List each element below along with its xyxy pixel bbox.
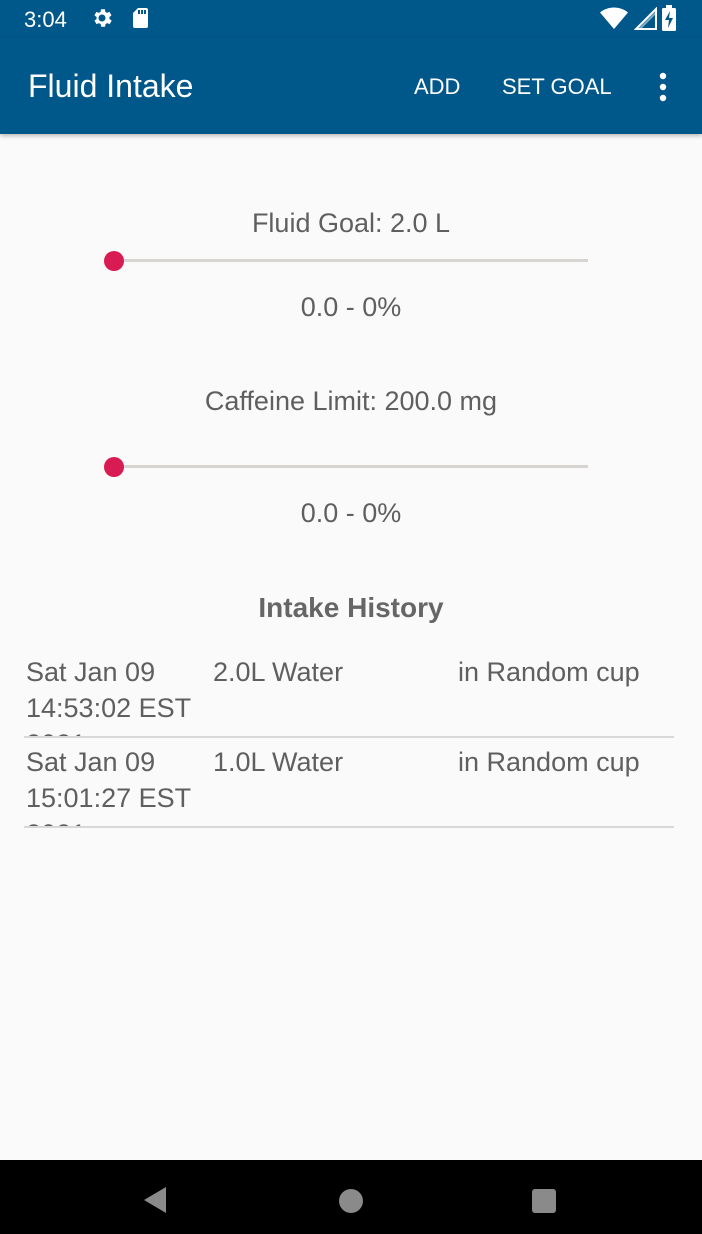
history-amount: 2.0L Water bbox=[213, 657, 344, 687]
back-icon[interactable] bbox=[142, 1186, 168, 1219]
fluid-slider-track bbox=[114, 259, 588, 262]
battery-charging-icon bbox=[662, 5, 676, 36]
fluid-progress-slider[interactable] bbox=[104, 250, 588, 272]
caffeine-slider-track bbox=[114, 465, 588, 468]
navigation-bar bbox=[0, 1160, 702, 1234]
app-title: Fluid Intake bbox=[28, 68, 194, 104]
set-goal-button[interactable]: SET GOAL bbox=[502, 74, 612, 100]
history-container: in Random cup bbox=[458, 747, 640, 777]
fluid-progress-text: 0.0 - 0% bbox=[300, 292, 402, 322]
gear-icon bbox=[90, 6, 114, 35]
more-vert-icon[interactable] bbox=[648, 70, 678, 106]
history-date: Sat Jan 09 15:01:27 EST 2021 bbox=[26, 747, 191, 826]
status-time: 3:04 bbox=[24, 7, 67, 32]
history-container: in Random cup bbox=[458, 657, 640, 687]
intake-history-title: Intake History bbox=[258, 592, 444, 623]
caffeine-limit-label: Caffeine Limit: 200.0 mg bbox=[204, 386, 498, 416]
caffeine-progress-text: 0.0 - 0% bbox=[300, 498, 402, 528]
history-row[interactable]: Sat Jan 09 15:01:27 EST 2021 1.0L Water … bbox=[24, 738, 674, 828]
caffeine-progress-slider[interactable] bbox=[104, 456, 588, 478]
fluid-goal-label: Fluid Goal: 2.0 L bbox=[251, 208, 451, 238]
intake-history-list: Sat Jan 09 14:53:02 EST 2021 2.0L Water … bbox=[24, 648, 674, 828]
recents-icon[interactable] bbox=[531, 1188, 557, 1219]
add-button[interactable]: ADD bbox=[414, 74, 460, 100]
history-date: Sat Jan 09 14:53:02 EST 2021 bbox=[26, 657, 191, 736]
status-bar: 3:04 bbox=[0, 0, 702, 38]
caffeine-slider-thumb[interactable] bbox=[104, 457, 124, 477]
home-icon[interactable] bbox=[338, 1188, 364, 1219]
history-row[interactable]: Sat Jan 09 14:53:02 EST 2021 2.0L Water … bbox=[24, 648, 674, 738]
wifi-icon bbox=[600, 7, 628, 36]
signal-icon bbox=[633, 6, 658, 36]
app-bar: Fluid Intake ADD SET GOAL bbox=[0, 38, 702, 134]
history-amount: 1.0L Water bbox=[213, 747, 344, 777]
fluid-slider-thumb[interactable] bbox=[104, 251, 124, 271]
sd-card-icon bbox=[130, 6, 150, 35]
